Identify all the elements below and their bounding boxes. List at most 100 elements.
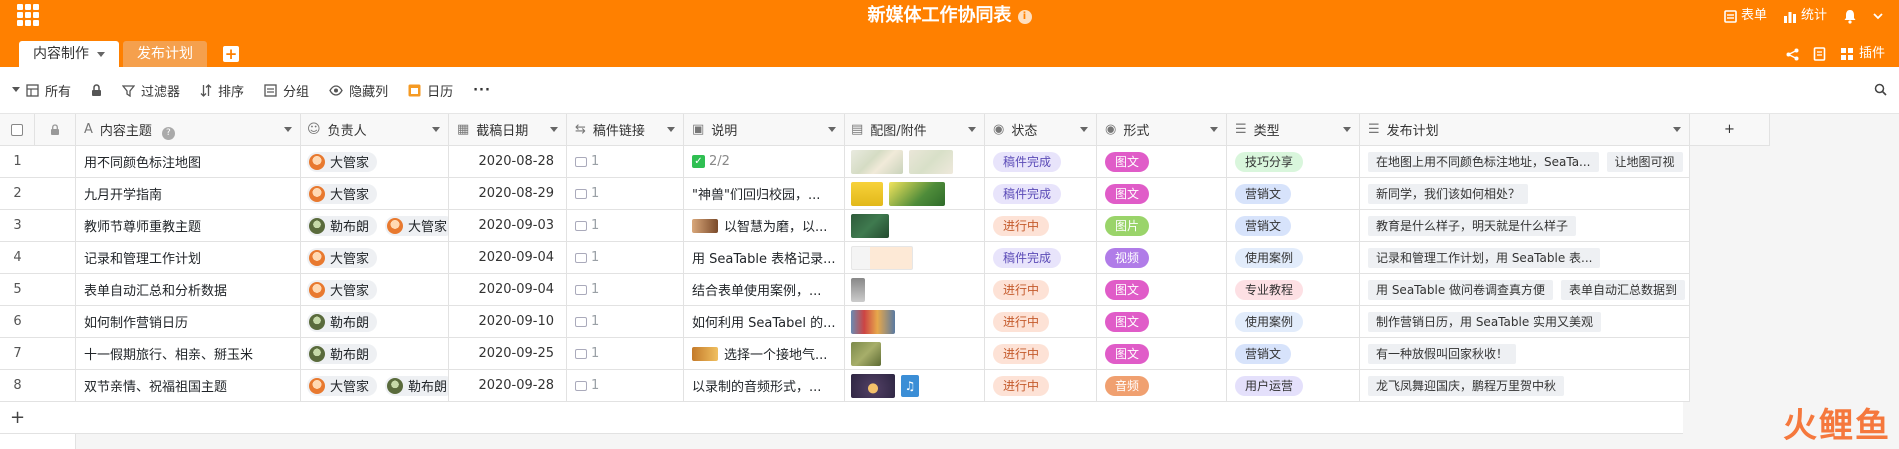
cell-topic[interactable]: 双节亲情、祝福祖国主题	[76, 370, 301, 402]
row-index[interactable]: 7	[0, 338, 35, 370]
image-thumbnail[interactable]	[851, 373, 895, 398]
cell-date[interactable]: 2020-08-29	[449, 178, 567, 210]
cell-publish-plan[interactable]: 新同学，我们该如何相处？	[1360, 178, 1690, 210]
cell-form[interactable]: 图文	[1097, 146, 1227, 178]
cell-date[interactable]: 2020-09-28	[449, 370, 567, 402]
cell-date[interactable]: 2020-08-28	[449, 146, 567, 178]
column-header-owner[interactable]: ☺ 负责人	[301, 114, 449, 146]
cell-desc[interactable]: "神兽"们回归校园，...	[684, 178, 845, 210]
user-menu-button[interactable]	[1873, 12, 1883, 20]
cell-publish-plan[interactable]: 记录和管理工作计划，用 SeaTable 表...	[1360, 242, 1690, 274]
column-menu-icon[interactable]	[284, 127, 292, 132]
cell-desc[interactable]: 选择一个接地气...	[684, 338, 845, 370]
row-expand-cell[interactable]	[35, 274, 76, 306]
column-header-desc[interactable]: ▣ 说明	[684, 114, 845, 146]
column-menu-icon[interactable]	[1673, 127, 1681, 132]
cell-owner[interactable]: 大管家	[301, 178, 449, 210]
form-button[interactable]: 表单	[1724, 4, 1767, 28]
row-expand-cell[interactable]	[35, 210, 76, 242]
image-thumbnail[interactable]	[851, 309, 895, 334]
search-button[interactable]	[1874, 83, 1887, 100]
more-button[interactable]: ···	[473, 83, 491, 98]
column-menu-icon[interactable]	[1210, 127, 1218, 132]
cell-publish-plan[interactable]: 用 SeaTable 做问卷调查真方便 表单自动汇总数据到	[1360, 274, 1690, 306]
row-index[interactable]: 6	[0, 306, 35, 338]
select-all-checkbox[interactable]	[0, 114, 35, 146]
cell-form[interactable]: 图文	[1097, 178, 1227, 210]
cell-status[interactable]: 进行中	[985, 338, 1097, 370]
cell-link[interactable]: 1	[567, 338, 684, 370]
cell-status[interactable]: 进行中	[985, 210, 1097, 242]
row-index[interactable]: 5	[0, 274, 35, 306]
print-button[interactable]	[1813, 47, 1826, 61]
row-expand-cell[interactable]	[35, 242, 76, 274]
cell-link[interactable]: 1	[567, 242, 684, 274]
column-header-status[interactable]: ◉ 状态	[985, 114, 1097, 146]
cell-link[interactable]: 1	[567, 306, 684, 338]
cell-publish-plan[interactable]: 制作营销日历，用 SeaTable 实用又美观	[1360, 306, 1690, 338]
row-expand-cell[interactable]	[35, 370, 76, 402]
row-index[interactable]: 3	[0, 210, 35, 242]
row-index[interactable]: 2	[0, 178, 35, 210]
cell-status[interactable]: 稿件完成	[985, 146, 1097, 178]
column-header-form[interactable]: ◉ 形式	[1097, 114, 1227, 146]
share-button[interactable]	[1786, 48, 1799, 61]
column-header-topic[interactable]: A 内容主题?	[76, 114, 301, 146]
column-menu-icon[interactable]	[550, 127, 558, 132]
add-row-button[interactable]: +	[0, 407, 35, 428]
image-thumbnail[interactable]	[851, 213, 889, 238]
view-selector[interactable]: 所有	[12, 81, 71, 100]
notification-button[interactable]	[1843, 9, 1857, 24]
column-menu-icon[interactable]	[1343, 127, 1351, 132]
cell-topic[interactable]: 如何制作营销日历	[76, 306, 301, 338]
cell-topic[interactable]: 十一假期旅行、相亲、掰玉米	[76, 338, 301, 370]
cell-owner[interactable]: 大管家	[301, 146, 449, 178]
cell-desc[interactable]: 如何利用 SeaTabel 的...	[684, 306, 845, 338]
lock-view-button[interactable]	[91, 83, 102, 97]
cell-attachments[interactable]: ♫	[845, 370, 985, 402]
image-thumbnail[interactable]	[909, 149, 953, 174]
cell-desc[interactable]: 用 SeaTable 表格记录...	[684, 242, 845, 274]
column-header-image[interactable]: ▤ 配图/附件	[845, 114, 985, 146]
cell-link[interactable]: 1	[567, 146, 684, 178]
column-header-plan[interactable]: ☰ 发布计划	[1360, 114, 1690, 146]
row-index[interactable]: 4	[0, 242, 35, 274]
add-column-button[interactable]: +	[1690, 114, 1770, 146]
cell-owner[interactable]: 勒布朗	[301, 306, 449, 338]
cell-owner[interactable]: 勒布朗	[301, 338, 449, 370]
cell-attachments[interactable]	[845, 306, 985, 338]
column-menu-icon[interactable]	[667, 127, 675, 132]
cell-attachments[interactable]	[845, 146, 985, 178]
cell-status[interactable]: 进行中	[985, 370, 1097, 402]
cell-attachments[interactable]	[845, 210, 985, 242]
cell-date[interactable]: 2020-09-03	[449, 210, 567, 242]
cell-owner[interactable]: 勒布朗 大管家	[301, 210, 449, 242]
tab-publish-plan[interactable]: 发布计划	[123, 41, 207, 67]
cell-status[interactable]: 进行中	[985, 274, 1097, 306]
hide-columns-button[interactable]: 隐藏列	[329, 81, 388, 100]
image-thumbnail[interactable]	[851, 181, 883, 206]
column-header-link[interactable]: ⇆ 稿件链接	[567, 114, 684, 146]
cell-status[interactable]: 进行中	[985, 306, 1097, 338]
cell-type[interactable]: 营销文	[1227, 338, 1360, 370]
table-row[interactable]: 5 表单自动汇总和分析数据 大管家 2020-09-04 1 结合表单使用案例，... 进行…	[0, 274, 1690, 306]
cell-link[interactable]: 1	[567, 370, 684, 402]
cell-form[interactable]: 视频	[1097, 242, 1227, 274]
row-expand-cell[interactable]	[35, 338, 76, 370]
row-index[interactable]: 1	[0, 146, 35, 178]
cell-date[interactable]: 2020-09-10	[449, 306, 567, 338]
cell-link[interactable]: 1	[567, 178, 684, 210]
cell-desc[interactable]: 结合表单使用案例，...	[684, 274, 845, 306]
cell-date[interactable]: 2020-09-25	[449, 338, 567, 370]
cell-type[interactable]: 营销文	[1227, 178, 1360, 210]
sort-button[interactable]: 排序	[200, 81, 244, 100]
cell-status[interactable]: 稿件完成	[985, 242, 1097, 274]
calendar-button[interactable]: 日历	[408, 81, 453, 100]
cell-type[interactable]: 使用案例	[1227, 242, 1360, 274]
cell-date[interactable]: 2020-09-04	[449, 242, 567, 274]
cell-topic[interactable]: 教师节尊师重教主题	[76, 210, 301, 242]
cell-desc[interactable]: 以录制的音频形式，...	[684, 370, 845, 402]
cell-form[interactable]: 图文	[1097, 274, 1227, 306]
image-thumbnail[interactable]	[851, 341, 881, 366]
column-header-date[interactable]: ▦ 截稿日期	[449, 114, 567, 146]
